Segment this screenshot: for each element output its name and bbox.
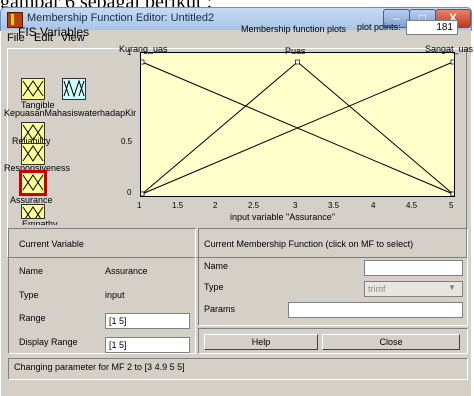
plot-title: Membership function plots	[241, 24, 347, 34]
plot-points-input[interactable]: 181	[406, 20, 458, 35]
cv-type-label: Type	[19, 290, 39, 300]
var-empathy-label: Empathy	[22, 219, 58, 225]
x-tick: 1	[137, 201, 142, 210]
current-mf-title: Current Membership Function (click on MF…	[204, 239, 414, 249]
var-output-box[interactable]	[62, 78, 86, 100]
x-tick: 4.5	[406, 201, 418, 210]
mf-vertex-handle[interactable]	[139, 191, 145, 197]
mf-label-puas[interactable]: Puas	[285, 46, 306, 56]
window-title: Membership Function Editor: Untitled2	[27, 12, 215, 24]
var-responsiveness-box[interactable]	[21, 143, 45, 165]
mf-params-input[interactable]	[288, 302, 463, 318]
mf-name-input[interactable]	[364, 260, 463, 276]
mf-label-kurang[interactable]: Kurang_uas	[119, 44, 168, 54]
y-tick-05: 0.5	[121, 137, 133, 146]
x-tick: 2.5	[248, 201, 260, 210]
plot-points-label: plot points:	[357, 22, 401, 32]
x-tick: 2	[213, 201, 218, 210]
mf-name-label: Name	[204, 261, 229, 271]
var-assurance-box[interactable]	[19, 170, 47, 196]
var-empathy-box[interactable]	[21, 204, 45, 219]
mf-vertex-handle[interactable]	[450, 59, 456, 65]
help-button[interactable]: Help	[204, 334, 318, 350]
status-text: Changing parameter for MF 2 to [3 4.9 5 …	[14, 362, 185, 372]
x-tick: 3.5	[328, 201, 340, 210]
var-tangible-box[interactable]	[21, 78, 45, 100]
cv-display-range-input[interactable]: [1 5]	[105, 337, 190, 353]
x-tick: 5	[449, 201, 454, 210]
cv-name-label: Name	[19, 266, 44, 276]
x-tick: 3	[293, 201, 298, 210]
x-tick: 1.5	[172, 201, 184, 210]
mf-plot-svg[interactable]	[139, 53, 456, 197]
mf-type-label: Type	[204, 282, 224, 292]
cv-range-input[interactable]: [1 5]	[105, 313, 190, 329]
mf-plot[interactable]	[139, 52, 456, 197]
fis-variables-label: FIS Variables	[18, 25, 90, 39]
mf-vertex-handle[interactable]	[295, 59, 300, 65]
close-button[interactable]: Close	[322, 334, 460, 350]
mf-vertex-handle[interactable]	[450, 191, 456, 197]
y-tick-0: 0	[127, 188, 132, 197]
x-tick: 4	[371, 201, 376, 210]
mf-label-sangat[interactable]: Sangat_uas	[425, 44, 473, 54]
cv-name-value: Assurance	[105, 266, 148, 276]
mf-params-label: Params	[204, 304, 236, 314]
var-output-label: KepuasanMahasiswaterhadapKinerja	[4, 108, 136, 118]
chevron-down-icon[interactable]: ▼	[448, 283, 456, 292]
cv-type-value: input	[105, 290, 125, 300]
x-axis-label: input variable "Assurance"	[230, 212, 335, 222]
cv-range-label: Range	[19, 313, 46, 323]
cv-display-range-label: Display Range	[19, 337, 78, 347]
current-variable-title: Current Variable	[19, 239, 84, 249]
mf-vertex-handle[interactable]	[139, 59, 145, 65]
